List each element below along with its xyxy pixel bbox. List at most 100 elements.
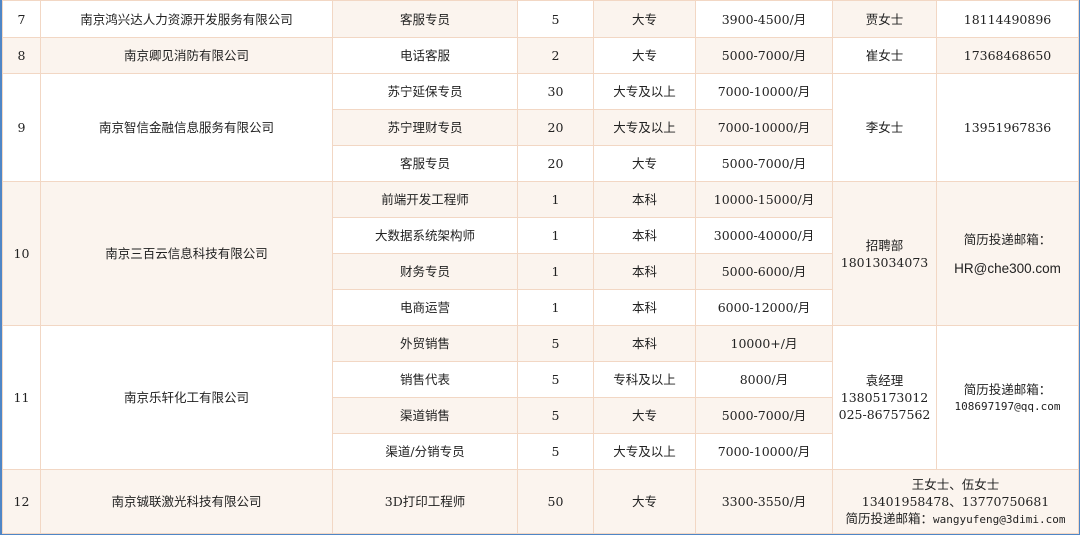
contact-phones: 13401958478、13770750681 <box>861 493 1050 509</box>
contact-dept: 招聘部 <box>865 237 904 253</box>
phone: 13951967836 <box>936 73 1079 182</box>
resume-email: 简历投递邮箱： 108697197@qq.com <box>936 325 1079 470</box>
education: 大专 <box>593 37 696 74</box>
headcount: 30 <box>517 73 594 110</box>
education: 大专 <box>593 397 696 434</box>
company-name: 南京鸿兴达人力资源开发服务有限公司 <box>40 0 333 38</box>
salary: 10000+/月 <box>695 325 833 362</box>
table-row: 7 南京鸿兴达人力资源开发服务有限公司 客服专员 5 大专 3900-4500/… <box>2 0 1079 38</box>
row-number: 10 <box>2 181 41 326</box>
email-address[interactable]: 108697197@qq.com <box>941 398 1074 415</box>
phone: 17368468650 <box>936 37 1079 74</box>
position: 3D打印工程师 <box>332 469 518 534</box>
email-label: 简历投递邮箱： <box>963 381 1052 397</box>
headcount: 50 <box>517 469 594 534</box>
row-number: 7 <box>2 0 41 38</box>
position: 前端开发工程师 <box>332 181 518 218</box>
row-number: 12 <box>2 469 41 534</box>
headcount: 5 <box>517 433 594 470</box>
contact-phone: 18013034073 <box>840 254 929 270</box>
salary: 3300-3550/月 <box>695 469 833 534</box>
company-name: 南京卿见消防有限公司 <box>40 37 333 74</box>
education: 大专及以上 <box>593 73 696 110</box>
phone: 18114490896 <box>936 0 1079 38</box>
row-number: 8 <box>2 37 41 74</box>
position: 财务专员 <box>332 253 518 290</box>
headcount: 1 <box>517 289 594 326</box>
position: 苏宁理财专员 <box>332 109 518 146</box>
headcount: 1 <box>517 181 594 218</box>
company-name: 南京三百云信息科技有限公司 <box>40 181 333 326</box>
company-name: 南京智信金融信息服务有限公司 <box>40 73 333 182</box>
contact-mobile: 13805173012 <box>840 390 929 405</box>
table-row: 11 南京乐轩化工有限公司 外贸销售 5 本科 10000+/月 袁经理 138… <box>2 325 1079 470</box>
salary: 30000-40000/月 <box>695 217 833 254</box>
position: 客服专员 <box>332 145 518 182</box>
education: 大专及以上 <box>593 109 696 146</box>
table-row: 8 南京卿见消防有限公司 电话客服 2 大专 5000-7000/月 崔女士 1… <box>2 37 1079 74</box>
position: 渠道销售 <box>332 397 518 434</box>
headcount: 1 <box>517 253 594 290</box>
headcount: 20 <box>517 145 594 182</box>
salary: 10000-15000/月 <box>695 181 833 218</box>
contact-names: 王女士、伍女士 <box>911 476 1000 492</box>
salary: 8000/月 <box>695 361 833 398</box>
email-line: 简历投递邮箱：wangyufeng@3dimi.com <box>837 510 1074 528</box>
table-row: 9 南京智信金融信息服务有限公司 苏宁延保专员 30 大专及以上 7000-10… <box>2 73 1079 182</box>
position: 渠道/分销专员 <box>332 433 518 470</box>
contact-name: 袁经理 <box>865 373 904 388</box>
salary: 7000-10000/月 <box>695 73 833 110</box>
position: 电话客服 <box>332 37 518 74</box>
salary: 3900-4500/月 <box>695 0 833 38</box>
row-number: 11 <box>2 325 41 470</box>
contact: 贾女士 <box>832 0 937 38</box>
position: 销售代表 <box>332 361 518 398</box>
position: 电商运营 <box>332 289 518 326</box>
email-address[interactable]: HR@che300.com <box>941 260 1074 277</box>
contact-landline: 025-86757562 <box>838 407 931 422</box>
salary: 5000-7000/月 <box>695 145 833 182</box>
salary: 5000-7000/月 <box>695 37 833 74</box>
contact: 崔女士 <box>832 37 937 74</box>
education: 大专 <box>593 145 696 182</box>
table-row: 10 南京三百云信息科技有限公司 前端开发工程师 1 本科 10000-1500… <box>2 181 1079 326</box>
email-label: 简历投递邮箱： <box>963 231 1052 247</box>
education: 本科 <box>593 253 696 290</box>
table-row: 12 南京铖联激光科技有限公司 3D打印工程师 50 大专 3300-3550/… <box>2 469 1079 534</box>
headcount: 5 <box>517 361 594 398</box>
company-name: 南京铖联激光科技有限公司 <box>40 469 333 534</box>
row-number: 9 <box>2 73 41 182</box>
company-name: 南京乐轩化工有限公司 <box>40 325 333 470</box>
salary: 6000-12000/月 <box>695 289 833 326</box>
position: 苏宁延保专员 <box>332 73 518 110</box>
education: 本科 <box>593 217 696 254</box>
education: 本科 <box>593 289 696 326</box>
education: 大专 <box>593 469 696 534</box>
headcount: 20 <box>517 109 594 146</box>
education: 大专及以上 <box>593 433 696 470</box>
position: 大数据系统架构师 <box>332 217 518 254</box>
email-address[interactable]: wangyufeng@3dimi.com <box>933 513 1065 526</box>
job-listing-table: 7 南京鸿兴达人力资源开发服务有限公司 客服专员 5 大专 3900-4500/… <box>2 0 1079 534</box>
contact: 李女士 <box>832 73 937 182</box>
headcount: 5 <box>517 0 594 38</box>
contact-and-email: 王女士、伍女士 13401958478、13770750681 简历投递邮箱：w… <box>832 469 1079 534</box>
headcount: 2 <box>517 37 594 74</box>
education: 本科 <box>593 325 696 362</box>
contact: 招聘部 18013034073 <box>832 181 937 326</box>
education: 专科及以上 <box>593 361 696 398</box>
headcount: 5 <box>517 397 594 434</box>
position: 外贸销售 <box>332 325 518 362</box>
position: 客服专员 <box>332 0 518 38</box>
salary: 7000-10000/月 <box>695 109 833 146</box>
contact: 袁经理 13805173012 025-86757562 <box>832 325 937 470</box>
headcount: 5 <box>517 325 594 362</box>
salary: 5000-6000/月 <box>695 253 833 290</box>
education: 本科 <box>593 181 696 218</box>
education: 大专 <box>593 0 696 38</box>
salary: 5000-7000/月 <box>695 397 833 434</box>
email-label: 简历投递邮箱： <box>845 510 934 526</box>
resume-email: 简历投递邮箱： HR@che300.com <box>936 181 1079 326</box>
headcount: 1 <box>517 217 594 254</box>
salary: 7000-10000/月 <box>695 433 833 470</box>
